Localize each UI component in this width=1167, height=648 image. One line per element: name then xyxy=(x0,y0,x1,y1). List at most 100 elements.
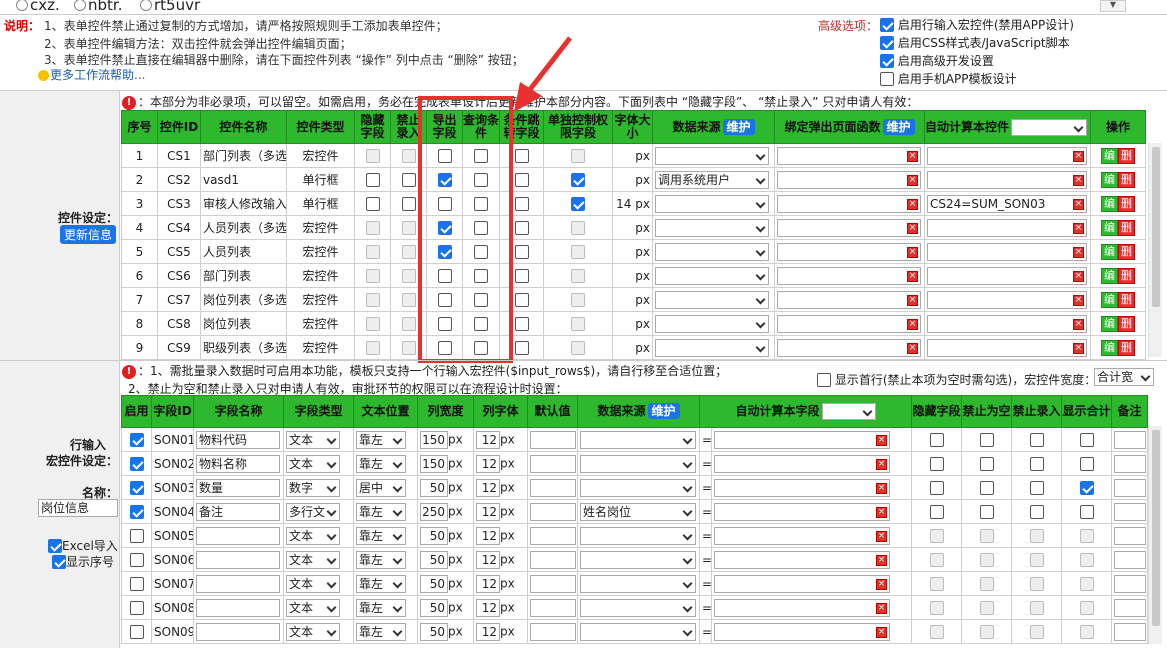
edit-button[interactable]: 编 xyxy=(1101,315,1118,332)
remark-input[interactable] xyxy=(1114,574,1147,593)
total-checkbox[interactable] xyxy=(1079,432,1094,447)
edit-button[interactable]: 编 xyxy=(1101,195,1118,212)
field-name-input[interactable]: 数量 xyxy=(196,478,280,497)
remark-input[interactable] xyxy=(1114,526,1147,545)
notnull-checkbox[interactable] xyxy=(979,504,994,519)
align-select[interactable]: 靠左 xyxy=(356,550,406,569)
datasource-select[interactable] xyxy=(655,242,769,261)
autocalc-input[interactable]: × xyxy=(927,242,1087,261)
width-input[interactable]: 250 xyxy=(420,502,448,521)
enable-checkbox[interactable] xyxy=(129,528,144,543)
clear-icon[interactable]: × xyxy=(1073,150,1084,162)
field-name-input[interactable]: 备注 xyxy=(196,502,280,521)
notnull-checkbox[interactable] xyxy=(979,480,994,495)
rows-scrollbar[interactable] xyxy=(1148,426,1162,644)
field-type-select[interactable]: 文本 xyxy=(286,430,340,449)
enable-checkbox[interactable] xyxy=(129,600,144,615)
clear-icon[interactable]: × xyxy=(907,294,918,306)
clear-icon[interactable]: × xyxy=(907,150,918,162)
hidden-checkbox[interactable] xyxy=(929,432,944,447)
edit-button[interactable]: 编 xyxy=(1101,147,1118,164)
row-font[interactable]: px xyxy=(612,311,653,336)
clear-icon[interactable]: × xyxy=(1073,318,1084,330)
align-select[interactable]: 靠左 xyxy=(356,430,406,449)
hidden-checkbox[interactable] xyxy=(929,456,944,471)
row-calc-input[interactable]: × xyxy=(714,430,890,449)
row-ds-select[interactable] xyxy=(580,478,696,497)
width-input[interactable]: 50 xyxy=(420,550,448,569)
row-font[interactable]: px xyxy=(612,143,653,168)
default-input[interactable] xyxy=(530,574,576,593)
checkbox-icon[interactable] xyxy=(880,53,894,68)
font-input[interactable]: 12 xyxy=(476,430,500,449)
font-input[interactable]: 12 xyxy=(476,478,500,497)
bindfunc-input[interactable]: × xyxy=(777,242,921,261)
row-font[interactable]: px xyxy=(612,263,653,288)
help-link[interactable]: 更多工作流帮助... xyxy=(38,66,145,83)
delete-button[interactable]: 删 xyxy=(1118,219,1135,236)
clear-icon[interactable]: × xyxy=(1073,222,1084,234)
remark-input[interactable] xyxy=(1114,478,1147,497)
field-type-select[interactable]: 文本 xyxy=(286,454,340,473)
radio-option-3[interactable]: rt5uvr xyxy=(140,0,200,14)
row-calc-input[interactable]: × xyxy=(714,502,890,521)
datasource-select[interactable] xyxy=(655,338,769,357)
datasource-select[interactable] xyxy=(655,290,769,309)
field-name-input[interactable] xyxy=(196,550,280,569)
adv-option-css[interactable]: 启用CSS样式表/JavaScript脚本 xyxy=(880,34,1070,51)
field-name-input[interactable]: 物料名称 xyxy=(196,454,280,473)
field-type-select[interactable]: 多行文 xyxy=(286,502,340,521)
enable-checkbox[interactable] xyxy=(129,576,144,591)
clear-icon[interactable]: × xyxy=(1073,246,1084,258)
field-type-select[interactable]: 文本 xyxy=(286,622,340,641)
autocalc-select[interactable] xyxy=(1011,118,1088,136)
width-input[interactable]: 50 xyxy=(420,526,448,545)
width-input[interactable]: 50 xyxy=(420,478,448,497)
row-calc-input[interactable]: × xyxy=(714,454,890,473)
clear-icon[interactable]: × xyxy=(876,626,887,638)
field-name-input[interactable]: 物料代码 xyxy=(196,430,280,449)
remark-input[interactable] xyxy=(1114,502,1147,521)
clear-icon[interactable]: × xyxy=(907,198,918,210)
font-input[interactable]: 12 xyxy=(476,550,500,569)
clear-icon[interactable]: × xyxy=(876,482,887,494)
autocalc-input[interactable]: × xyxy=(927,314,1087,333)
readonly-checkbox[interactable] xyxy=(1029,504,1044,519)
row-font[interactable]: px xyxy=(612,215,653,240)
bindfunc-input[interactable]: × xyxy=(777,170,921,189)
cond-jump-checkbox[interactable] xyxy=(514,172,529,187)
align-select[interactable]: 靠左 xyxy=(356,526,406,545)
width-input[interactable]: 50 xyxy=(420,574,448,593)
perm-checkbox[interactable] xyxy=(571,196,585,211)
row-ds-select[interactable] xyxy=(580,574,696,593)
notnull-checkbox[interactable] xyxy=(979,432,994,447)
rows-autocalc-select[interactable] xyxy=(821,403,876,420)
checkbox-icon[interactable] xyxy=(880,71,894,86)
bindfunc-input[interactable]: × xyxy=(777,266,921,285)
clear-icon[interactable]: × xyxy=(907,174,918,186)
autocalc-input[interactable]: × xyxy=(927,146,1087,165)
delete-button[interactable]: 删 xyxy=(1118,147,1135,164)
bindfunc-input[interactable]: × xyxy=(777,290,921,309)
cond-jump-checkbox[interactable] xyxy=(514,220,529,235)
row-ds-select[interactable] xyxy=(580,430,696,449)
autocalc-input[interactable]: × xyxy=(927,290,1087,309)
clear-icon[interactable]: × xyxy=(876,578,887,590)
enable-checkbox[interactable] xyxy=(129,552,144,567)
font-input[interactable]: 12 xyxy=(476,574,500,593)
scroll-thumb[interactable] xyxy=(1152,430,1160,626)
autocalc-input[interactable]: × xyxy=(927,266,1087,285)
bindfunc-maintain-button[interactable]: 维护 xyxy=(882,118,915,135)
row-calc-input[interactable]: × xyxy=(714,550,890,569)
edit-button[interactable]: 编 xyxy=(1101,339,1118,356)
datasource-select[interactable] xyxy=(655,146,769,165)
default-input[interactable] xyxy=(530,430,576,449)
hidden-checkbox[interactable] xyxy=(929,480,944,495)
bindfunc-input[interactable]: × xyxy=(777,338,921,357)
readonly-checkbox[interactable] xyxy=(401,196,416,211)
align-select[interactable]: 靠左 xyxy=(356,502,406,521)
font-input[interactable]: 12 xyxy=(476,526,500,545)
font-input[interactable]: 12 xyxy=(476,622,500,641)
readonly-checkbox[interactable] xyxy=(401,172,416,187)
field-type-select[interactable]: 数字 xyxy=(286,478,340,497)
